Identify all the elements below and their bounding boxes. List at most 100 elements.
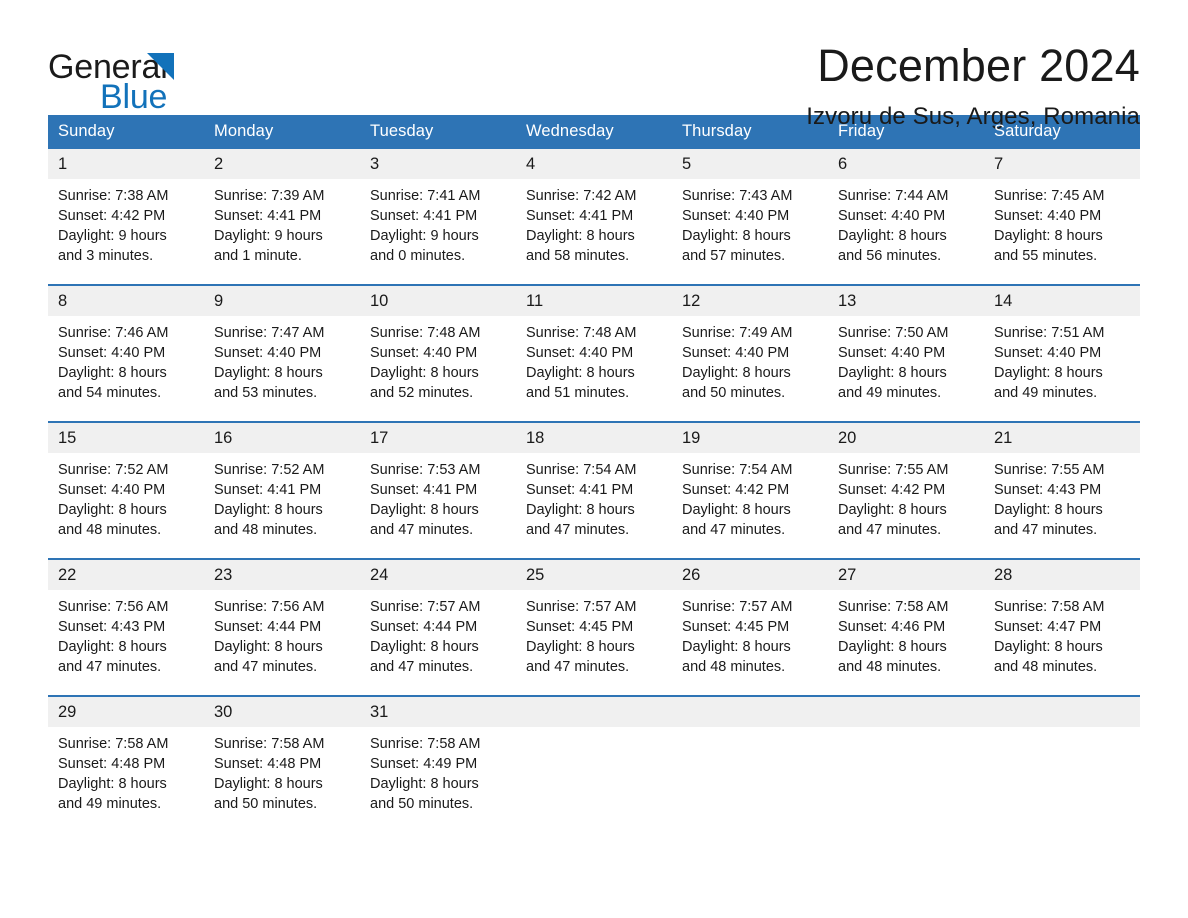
- calendar-day-cell[interactable]: [984, 697, 1140, 832]
- calendar-day-cell[interactable]: 16 Sunrise: 7:52 AM Sunset: 4:41 PM Dayligh…: [204, 423, 360, 559]
- calendar-day-cell[interactable]: 31 Sunrise: 7:58 AM Sunset: 4:49 PM Dayligh…: [360, 697, 516, 832]
- day-details: Sunrise: 7:46 AM Sunset: 4:40 PM Daylight:…: [48, 316, 204, 403]
- calendar-day-cell[interactable]: 17 Sunrise: 7:53 AM Sunset: 4:41 PM Dayligh…: [360, 423, 516, 559]
- sunset-text: Sunset: 4:43 PM: [58, 619, 166, 635]
- day-number: 22: [48, 560, 204, 590]
- calendar-day-cell[interactable]: 15 Sunrise: 7:52 AM Sunset: 4:40 PM Dayligh…: [48, 423, 204, 559]
- day-number: 31: [360, 697, 516, 727]
- day-cell-inner: 3 Sunrise: 7:41 AM Sunset: 4:41 PM Daylight…: [360, 149, 516, 284]
- calendar-day-cell[interactable]: [516, 697, 672, 832]
- calendar-day-cell[interactable]: 30 Sunrise: 7:58 AM Sunset: 4:48 PM Dayligh…: [204, 697, 360, 832]
- day-details: Sunrise: 7:50 AM Sunset: 4:40 PM Daylight:…: [828, 316, 984, 403]
- triangle-icon: [147, 53, 174, 80]
- sunrise-text: Sunrise: 7:58 AM: [370, 736, 481, 752]
- calendar-day-cell[interactable]: 5 Sunrise: 7:43 AM Sunset: 4:40 PM Daylight…: [672, 149, 828, 285]
- calendar-day-cell[interactable]: 19 Sunrise: 7:54 AM Sunset: 4:42 PM Dayligh…: [672, 423, 828, 559]
- day-number: 20: [828, 423, 984, 453]
- calendar-day-cell[interactable]: 14 Sunrise: 7:51 AM Sunset: 4:40 PM Dayligh…: [984, 286, 1140, 422]
- daylight-text: Daylight: 8 hours and 58 minutes.: [526, 228, 635, 264]
- calendar-day-cell[interactable]: 9 Sunrise: 7:47 AM Sunset: 4:40 PM Daylight…: [204, 286, 360, 422]
- calendar-day-cell[interactable]: 24 Sunrise: 7:57 AM Sunset: 4:44 PM Dayligh…: [360, 560, 516, 696]
- calendar-day-cell[interactable]: 26 Sunrise: 7:57 AM Sunset: 4:45 PM Dayligh…: [672, 560, 828, 696]
- daylight-text: Daylight: 8 hours and 48 minutes.: [682, 639, 791, 675]
- calendar-day-cell[interactable]: 2 Sunrise: 7:39 AM Sunset: 4:41 PM Daylight…: [204, 149, 360, 285]
- sunset-text: Sunset: 4:40 PM: [994, 208, 1102, 224]
- sunrise-text: Sunrise: 7:49 AM: [682, 325, 793, 341]
- day-details: Sunrise: 7:57 AM Sunset: 4:45 PM Daylight:…: [672, 590, 828, 677]
- day-details: Sunrise: 7:55 AM Sunset: 4:43 PM Daylight:…: [984, 453, 1140, 540]
- daylight-text: Daylight: 8 hours and 47 minutes.: [370, 639, 479, 675]
- calendar-day-cell[interactable]: [828, 697, 984, 832]
- sunrise-text: Sunrise: 7:45 AM: [994, 188, 1105, 204]
- sunset-text: Sunset: 4:44 PM: [370, 619, 478, 635]
- day-number: 28: [984, 560, 1140, 590]
- sunset-text: Sunset: 4:43 PM: [994, 482, 1102, 498]
- calendar-day-cell[interactable]: 6 Sunrise: 7:44 AM Sunset: 4:40 PM Daylight…: [828, 149, 984, 285]
- sunrise-text: Sunrise: 7:41 AM: [370, 188, 481, 204]
- day-cell-inner: 13 Sunrise: 7:50 AM Sunset: 4:40 PM Dayligh…: [828, 286, 984, 421]
- calendar-week-row: 15 Sunrise: 7:52 AM Sunset: 4:40 PM Dayligh…: [48, 423, 1140, 559]
- day-details: Sunrise: 7:58 AM Sunset: 4:48 PM Daylight:…: [48, 727, 204, 814]
- calendar-day-cell[interactable]: 13 Sunrise: 7:50 AM Sunset: 4:40 PM Dayligh…: [828, 286, 984, 422]
- day-details: Sunrise: 7:52 AM Sunset: 4:40 PM Daylight:…: [48, 453, 204, 540]
- calendar-day-cell[interactable]: 29 Sunrise: 7:58 AM Sunset: 4:48 PM Dayligh…: [48, 697, 204, 832]
- day-cell-inner: 17 Sunrise: 7:53 AM Sunset: 4:41 PM Dayligh…: [360, 423, 516, 558]
- calendar-day-cell[interactable]: 27 Sunrise: 7:58 AM Sunset: 4:46 PM Dayligh…: [828, 560, 984, 696]
- sunrise-text: Sunrise: 7:53 AM: [370, 462, 481, 478]
- sunrise-text: Sunrise: 7:56 AM: [214, 599, 325, 615]
- day-cell-inner: 5 Sunrise: 7:43 AM Sunset: 4:40 PM Daylight…: [672, 149, 828, 284]
- calendar-day-cell[interactable]: [672, 697, 828, 832]
- day-cell-inner: 11 Sunrise: 7:48 AM Sunset: 4:40 PM Dayligh…: [516, 286, 672, 421]
- day-details: Sunrise: 7:54 AM Sunset: 4:41 PM Daylight:…: [516, 453, 672, 540]
- sunset-text: Sunset: 4:40 PM: [838, 345, 946, 361]
- calendar-day-cell[interactable]: 20 Sunrise: 7:55 AM Sunset: 4:42 PM Dayligh…: [828, 423, 984, 559]
- month-calendar: Sunday Monday Tuesday Wednesday Thursday…: [48, 115, 1140, 832]
- sunset-text: Sunset: 4:40 PM: [58, 345, 166, 361]
- weekday-header-thursday: Thursday: [672, 115, 828, 149]
- day-number: 29: [48, 697, 204, 727]
- calendar-day-cell[interactable]: 21 Sunrise: 7:55 AM Sunset: 4:43 PM Dayligh…: [984, 423, 1140, 559]
- day-number: 1: [48, 149, 204, 179]
- day-number: 12: [672, 286, 828, 316]
- calendar-day-cell[interactable]: 25 Sunrise: 7:57 AM Sunset: 4:45 PM Dayligh…: [516, 560, 672, 696]
- day-details: Sunrise: 7:41 AM Sunset: 4:41 PM Daylight:…: [360, 179, 516, 266]
- logo-text-blue: Blue: [100, 78, 168, 116]
- calendar-day-cell[interactable]: 3 Sunrise: 7:41 AM Sunset: 4:41 PM Daylight…: [360, 149, 516, 285]
- calendar-day-cell[interactable]: 18 Sunrise: 7:54 AM Sunset: 4:41 PM Dayligh…: [516, 423, 672, 559]
- title-block: December 2024 Izvoru de Sus, Arges, Roma…: [806, 42, 1140, 131]
- day-cell-inner: 12 Sunrise: 7:49 AM Sunset: 4:40 PM Dayligh…: [672, 286, 828, 421]
- calendar-day-cell[interactable]: 10 Sunrise: 7:48 AM Sunset: 4:40 PM Dayligh…: [360, 286, 516, 422]
- day-number: 8: [48, 286, 204, 316]
- day-number: 6: [828, 149, 984, 179]
- calendar-day-cell[interactable]: 23 Sunrise: 7:56 AM Sunset: 4:44 PM Dayligh…: [204, 560, 360, 696]
- sunset-text: Sunset: 4:41 PM: [370, 208, 478, 224]
- day-cell-inner: [516, 697, 672, 832]
- day-cell-inner: 27 Sunrise: 7:58 AM Sunset: 4:46 PM Dayligh…: [828, 560, 984, 695]
- calendar-day-cell[interactable]: 4 Sunrise: 7:42 AM Sunset: 4:41 PM Daylight…: [516, 149, 672, 285]
- sunset-text: Sunset: 4:40 PM: [214, 345, 322, 361]
- day-details: Sunrise: 7:57 AM Sunset: 4:45 PM Daylight:…: [516, 590, 672, 677]
- sunrise-text: Sunrise: 7:52 AM: [214, 462, 325, 478]
- calendar-page: General Blue December 2024 Izvoru de Sus…: [0, 0, 1188, 918]
- day-number: 18: [516, 423, 672, 453]
- day-cell-inner: 23 Sunrise: 7:56 AM Sunset: 4:44 PM Dayligh…: [204, 560, 360, 695]
- day-cell-inner: [828, 697, 984, 832]
- daylight-text: Daylight: 8 hours and 48 minutes.: [214, 502, 323, 538]
- calendar-day-cell[interactable]: 7 Sunrise: 7:45 AM Sunset: 4:40 PM Daylight…: [984, 149, 1140, 285]
- day-details: Sunrise: 7:48 AM Sunset: 4:40 PM Daylight:…: [516, 316, 672, 403]
- sunset-text: Sunset: 4:48 PM: [214, 756, 322, 772]
- daylight-text: Daylight: 8 hours and 47 minutes.: [370, 502, 479, 538]
- daylight-text: Daylight: 8 hours and 54 minutes.: [58, 365, 167, 401]
- calendar-day-cell[interactable]: 28 Sunrise: 7:58 AM Sunset: 4:47 PM Dayligh…: [984, 560, 1140, 696]
- calendar-day-cell[interactable]: 8 Sunrise: 7:46 AM Sunset: 4:40 PM Daylight…: [48, 286, 204, 422]
- calendar-day-cell[interactable]: 1 Sunrise: 7:38 AM Sunset: 4:42 PM Daylight…: [48, 149, 204, 285]
- day-cell-inner: 14 Sunrise: 7:51 AM Sunset: 4:40 PM Dayligh…: [984, 286, 1140, 421]
- general-blue-logo[interactable]: General Blue: [48, 42, 198, 114]
- calendar-day-cell[interactable]: 11 Sunrise: 7:48 AM Sunset: 4:40 PM Dayligh…: [516, 286, 672, 422]
- day-details: Sunrise: 7:58 AM Sunset: 4:46 PM Daylight:…: [828, 590, 984, 677]
- day-details: [672, 727, 828, 734]
- day-cell-inner: 9 Sunrise: 7:47 AM Sunset: 4:40 PM Daylight…: [204, 286, 360, 421]
- calendar-day-cell[interactable]: 22 Sunrise: 7:56 AM Sunset: 4:43 PM Dayligh…: [48, 560, 204, 696]
- day-number: 17: [360, 423, 516, 453]
- calendar-day-cell[interactable]: 12 Sunrise: 7:49 AM Sunset: 4:40 PM Dayligh…: [672, 286, 828, 422]
